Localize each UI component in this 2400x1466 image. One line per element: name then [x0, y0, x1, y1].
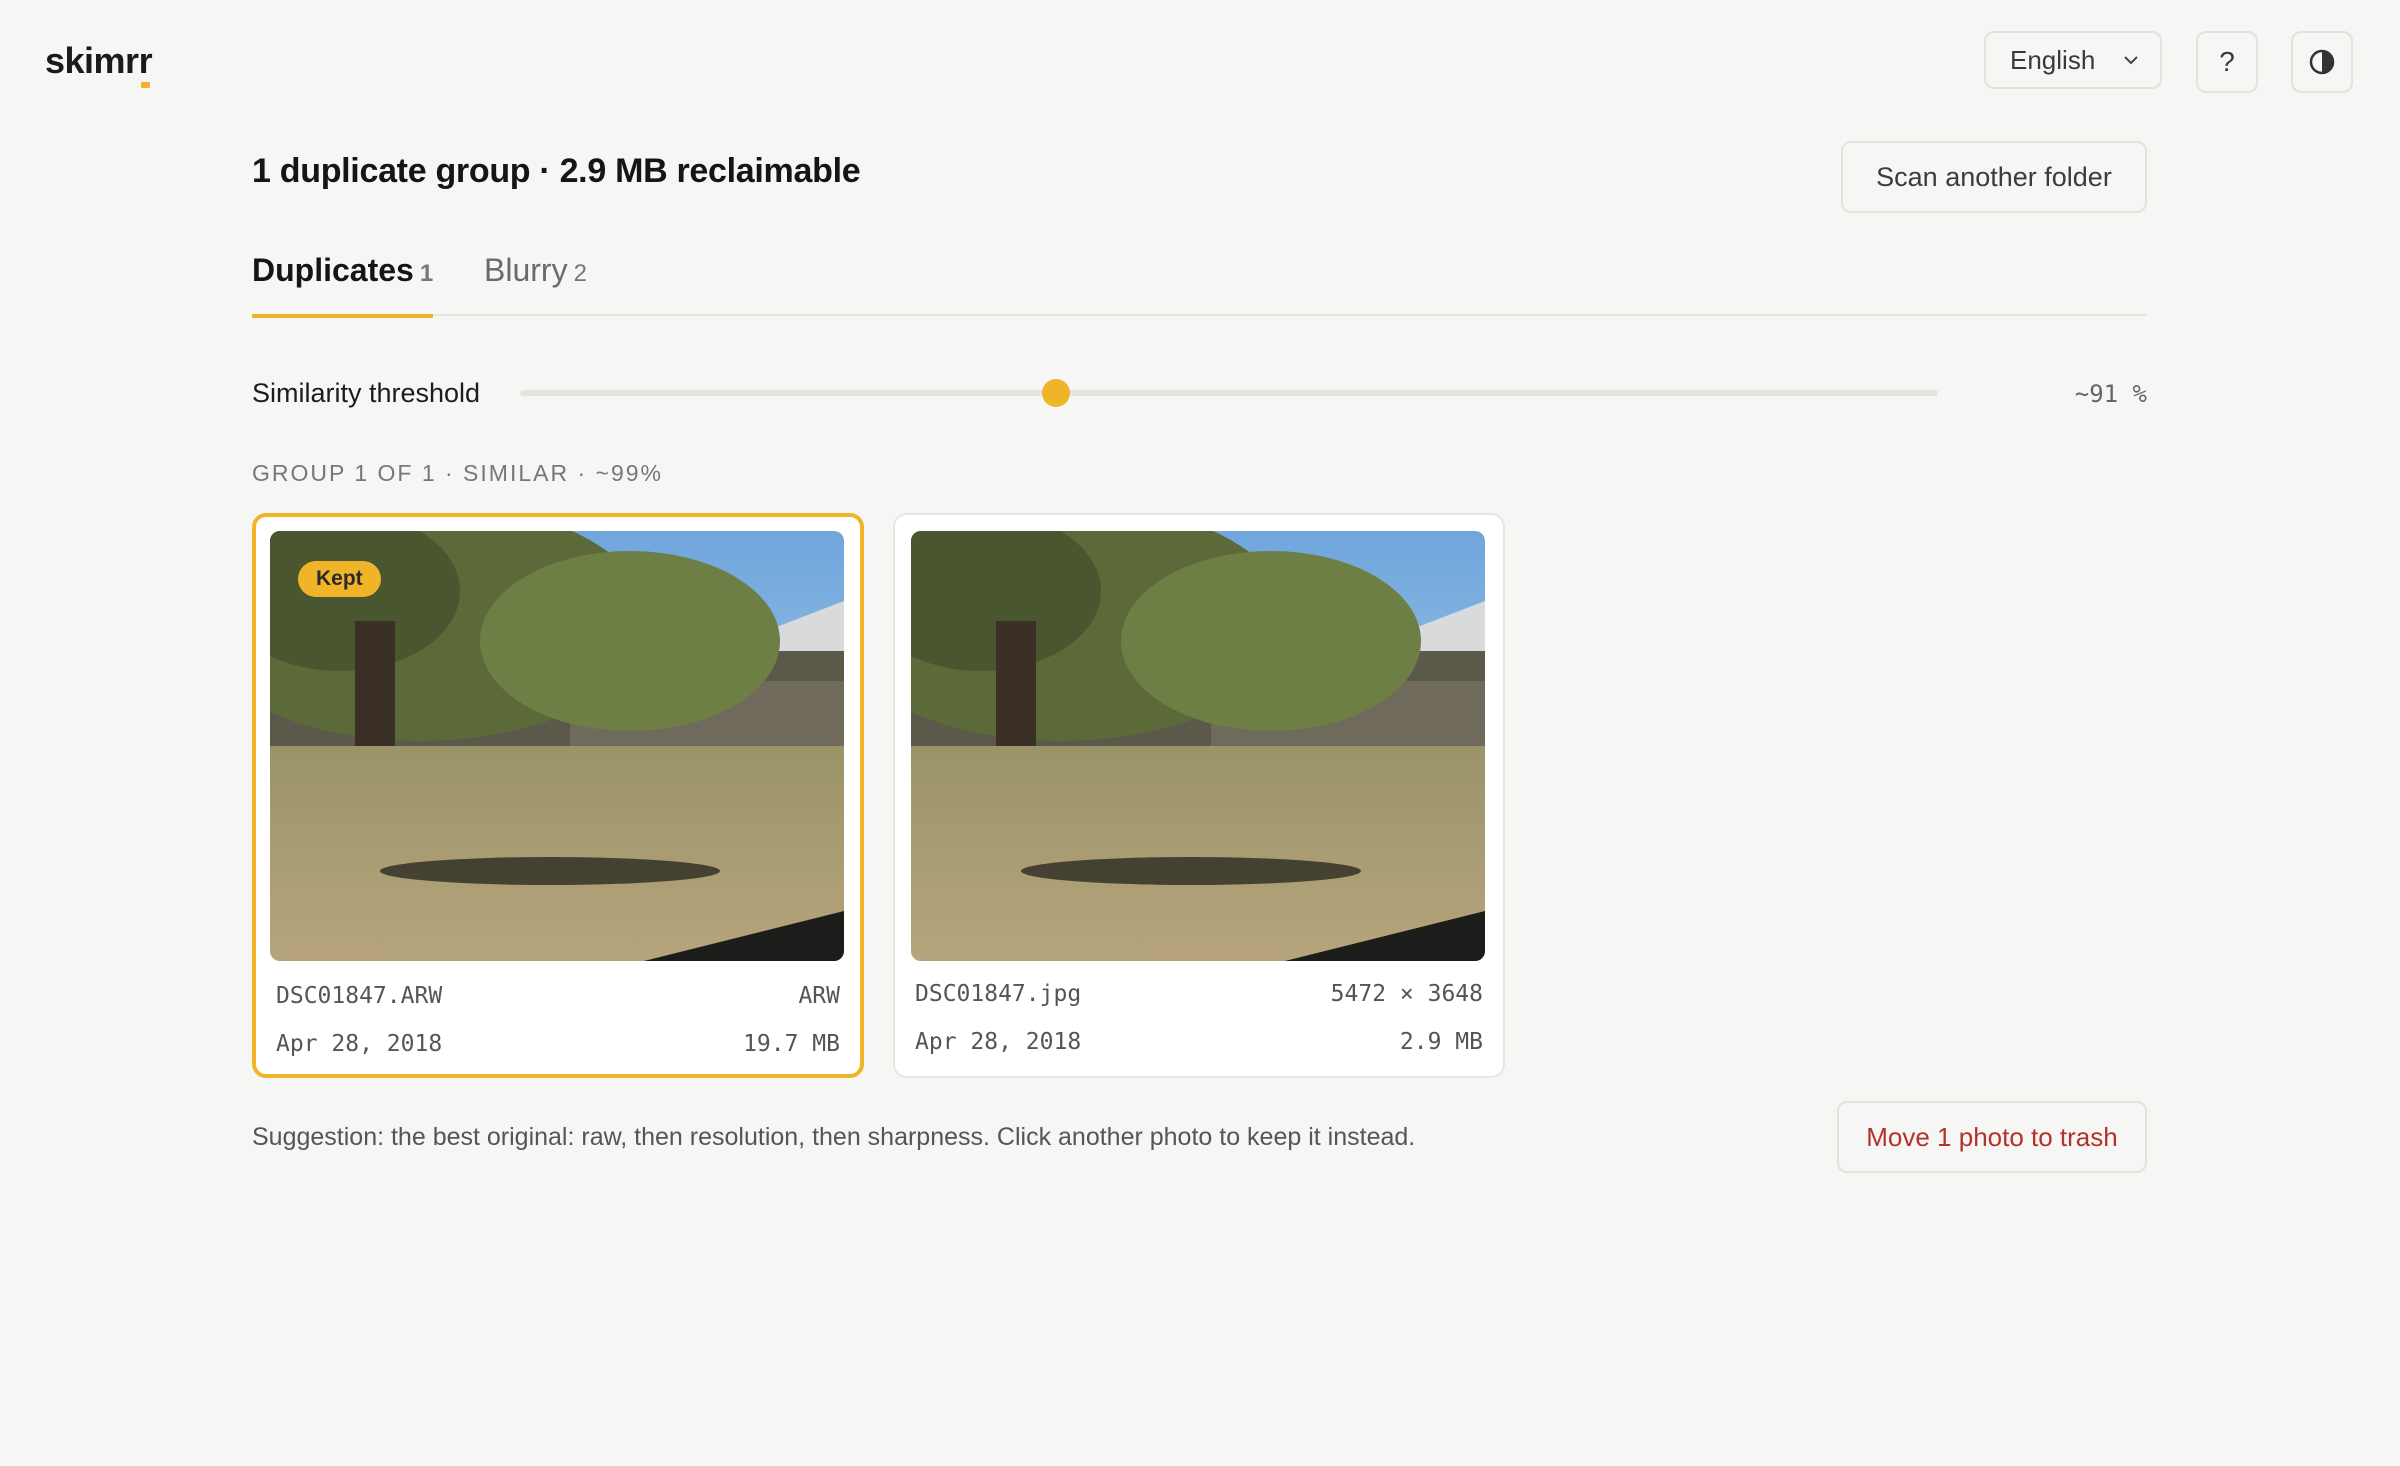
photo-thumbnail: Kept [270, 531, 844, 961]
chevron-down-icon [2124, 56, 2138, 65]
photo-thumbnail [911, 531, 1485, 961]
kept-badge: Kept [298, 561, 381, 597]
tab-bar: Duplicates 1 Blurry 2 [252, 250, 2147, 318]
help-button[interactable]: ? [2196, 31, 2258, 93]
help-icon: ? [2219, 46, 2235, 77]
photo-card[interactable]: DSC01847.jpg 5472 × 3648 Apr 28, 2018 2.… [893, 513, 1505, 1078]
language-value: English [2010, 44, 2096, 75]
tab-blurry[interactable]: Blurry 2 [484, 252, 587, 316]
theme-toggle-button[interactable] [2291, 31, 2353, 93]
tab-duplicates[interactable]: Duplicates 1 [252, 252, 434, 318]
photo-format: ARW [798, 983, 840, 1009]
contrast-icon [2309, 49, 2335, 75]
photo-image [911, 531, 1485, 961]
photo-filename-row: DSC01847.jpg 5472 × 3648 [915, 981, 1483, 1007]
suggestion-text: Suggestion: the best original: raw, then… [252, 1123, 1416, 1151]
photo-filename: DSC01847.jpg [915, 981, 1082, 1007]
language-select[interactable]: English [1984, 31, 2162, 89]
photo-date: Apr 28, 2018 [276, 1031, 443, 1057]
scan-another-folder-button[interactable]: Scan another folder [1841, 141, 2147, 213]
similarity-threshold-value: ~91 % [2074, 380, 2147, 408]
photo-filename-row: DSC01847.ARW ARW [276, 983, 840, 1009]
tab-duplicates-count: 1 [419, 260, 434, 287]
photo-size: 2.9 MB [1399, 1029, 1483, 1055]
tab-blurry-count: 2 [573, 260, 587, 287]
page-title: 1 duplicate group · 2.9 MB reclaimable [252, 152, 861, 190]
tab-blurry-label: Blurry [484, 252, 568, 288]
photo-resolution: 5472 × 3648 [1330, 981, 1483, 1007]
tab-duplicates-label: Duplicates [252, 252, 414, 288]
move-to-trash-button[interactable]: Move 1 photo to trash [1837, 1101, 2147, 1173]
photo-size: 19.7 MB [743, 1031, 840, 1057]
similarity-slider-handle[interactable] [1042, 379, 1070, 407]
app-logo: skimrr [45, 40, 153, 88]
similarity-threshold-label: Similarity threshold [252, 378, 481, 408]
photo-date-row: Apr 28, 2018 2.9 MB [915, 1029, 1483, 1055]
photo-date: Apr 28, 2018 [915, 1029, 1082, 1055]
group-label: GROUP 1 OF 1 · SIMILAR · ~99% [252, 460, 663, 486]
photo-date-row: Apr 28, 2018 19.7 MB [276, 1031, 840, 1057]
photo-filename: DSC01847.ARW [276, 983, 443, 1009]
photo-card-kept[interactable]: Kept DSC01847.ARW ARW Apr 28, 2018 19.7 … [252, 513, 864, 1078]
logo-text: skimr [45, 40, 139, 81]
similarity-slider-track[interactable] [520, 390, 1938, 396]
logo-accent: r [138, 40, 153, 88]
